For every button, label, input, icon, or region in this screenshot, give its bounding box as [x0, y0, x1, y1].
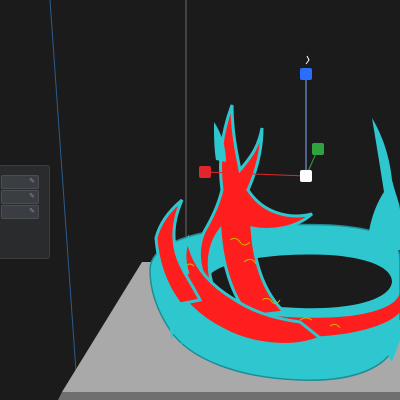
build-plate-edge — [58, 392, 400, 400]
gizmo-z-handle[interactable] — [300, 68, 312, 80]
edit-stepper-icon[interactable]: ✎ — [28, 192, 36, 201]
model-antler-back-right — [367, 118, 400, 256]
gizmo-x-handle[interactable] — [199, 166, 211, 178]
transform-field-y[interactable]: ✎ — [1, 190, 39, 204]
gizmo-center-handle[interactable] — [300, 170, 312, 182]
scene-axis-line — [49, 0, 79, 400]
transform-field-x[interactable]: ✎ — [1, 175, 39, 189]
model-tip-marker — [305, 55, 310, 65]
transform-panel: ✎ ✎ ✎ — [0, 165, 50, 259]
3d-viewport[interactable] — [0, 0, 400, 400]
gizmo-y-handle[interactable] — [312, 143, 324, 155]
edit-stepper-icon[interactable]: ✎ — [28, 207, 36, 216]
transform-gizmo[interactable] — [199, 68, 324, 182]
transform-field-z[interactable]: ✎ — [1, 205, 39, 219]
edit-stepper-icon[interactable]: ✎ — [28, 177, 36, 186]
